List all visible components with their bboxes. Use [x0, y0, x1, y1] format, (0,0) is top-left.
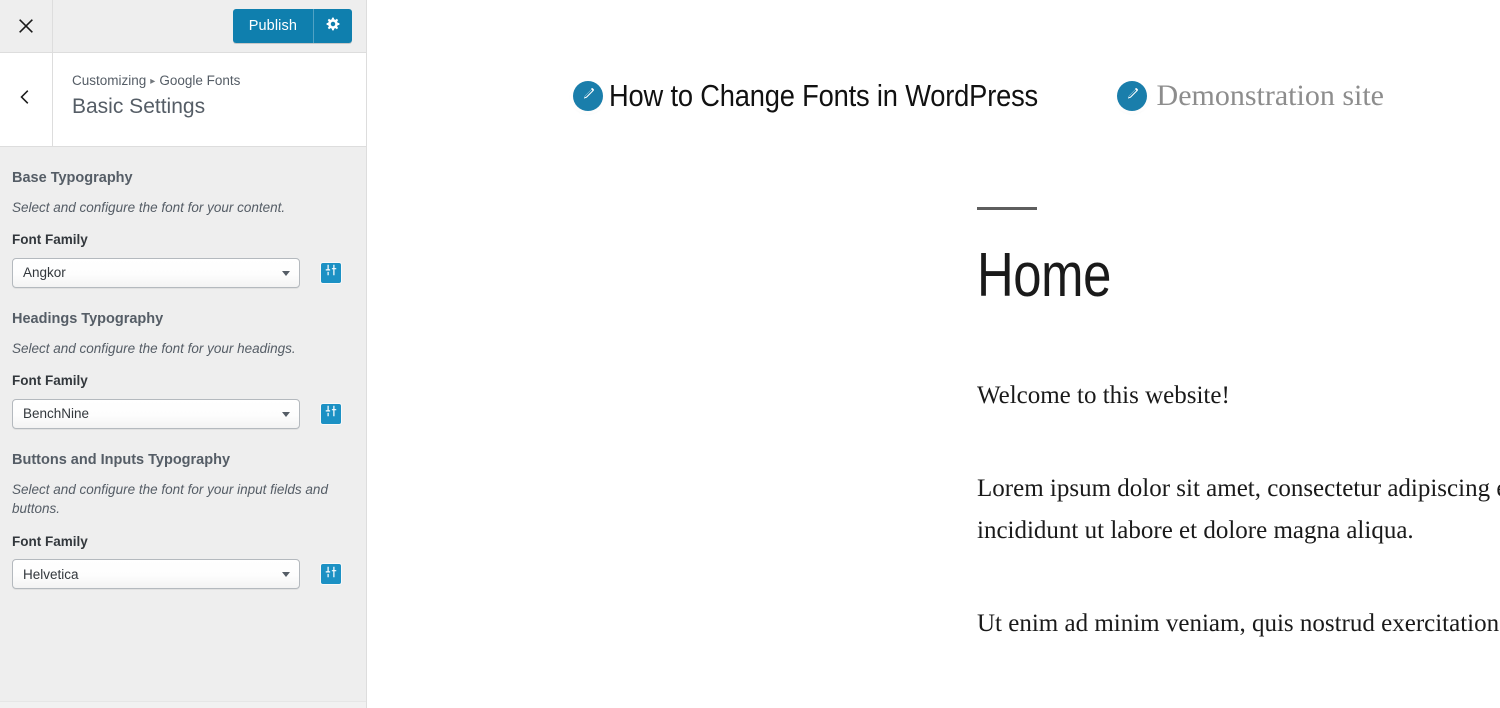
- breadcrumb-parent: Google Fonts: [159, 73, 241, 88]
- controls-panel: Base Typography Select and configure the…: [0, 147, 366, 708]
- pencil-edit-icon: [1124, 86, 1140, 107]
- group-description: Select and configure the font for your c…: [12, 199, 286, 215]
- back-button[interactable]: [0, 53, 53, 146]
- preview-tagline-wrap: Demonstration site: [1116, 79, 1384, 113]
- group-title: Base Typography: [12, 170, 133, 186]
- group-title: Headings Typography: [12, 310, 164, 327]
- control-group-base-typography: Base Typography Select and configure the…: [12, 169, 354, 288]
- site-title: How to Change Fonts in WordPress: [609, 78, 1039, 113]
- panel-bottom-edge: [0, 701, 366, 708]
- font-settings-toggle-button[interactable]: [321, 262, 341, 283]
- entry-paragraph: Welcome to this website!: [977, 382, 1230, 409]
- chevron-down-icon: [282, 270, 290, 276]
- font-family-row: Angkor: [12, 257, 354, 288]
- field-label-font-family: Font Family: [12, 533, 88, 549]
- group-title: Buttons and Inputs Typography: [12, 451, 231, 468]
- sliders-icon: [324, 263, 338, 282]
- edit-site-title-button[interactable]: [573, 81, 603, 111]
- font-family-select[interactable]: Helvetica: [12, 559, 300, 590]
- entry-paragraph: Lorem ipsum dolor sit amet, consectetur …: [977, 475, 1500, 544]
- control-group-buttons-inputs-typography: Buttons and Inputs Typography Select and…: [12, 451, 354, 590]
- entry-paragraph: Ut enim ad minim veniam, quis nostrud ex…: [977, 610, 1500, 637]
- breadcrumb-prefix: Customizing: [72, 73, 147, 88]
- entry-title-rule: [977, 207, 1037, 210]
- group-description: Select and configure the font for your i…: [12, 481, 328, 517]
- font-settings-toggle-button[interactable]: [321, 564, 341, 585]
- section-titles: Customizing ▸ Google Fonts Basic Settings: [53, 53, 240, 146]
- field-label-font-family: Font Family: [12, 232, 88, 248]
- page-title: Basic Settings: [72, 95, 206, 119]
- breadcrumb: Customizing ▸ Google Fonts: [72, 73, 240, 89]
- sliders-icon: [324, 404, 338, 423]
- edit-tagline-button[interactable]: [1116, 81, 1147, 111]
- publish-group: Publish: [232, 9, 352, 43]
- breadcrumb-separator-icon: ▸: [150, 76, 156, 87]
- field-label-font-family: Font Family: [12, 373, 88, 389]
- font-family-row: Helvetica: [12, 559, 354, 590]
- font-family-value: Angkor: [23, 265, 66, 281]
- entry-title: Home: [977, 241, 1111, 310]
- publish-settings-button[interactable]: [313, 9, 352, 43]
- font-family-row: BenchNine: [12, 398, 354, 429]
- chevron-down-icon: [282, 411, 290, 417]
- close-button[interactable]: [0, 0, 53, 52]
- preview-entry: Home Welcome to this website! Lorem ipsu…: [367, 207, 1500, 645]
- header-actions: Publish: [232, 0, 366, 52]
- chevron-left-icon: [17, 88, 35, 111]
- control-group-headings-typography: Headings Typography Select and configure…: [12, 310, 354, 429]
- customizer-header: Publish: [0, 0, 366, 53]
- publish-button[interactable]: Publish: [232, 9, 313, 43]
- sliders-icon: [324, 565, 338, 584]
- pencil-edit-icon: [580, 86, 596, 107]
- section-header: Customizing ▸ Google Fonts Basic Settings: [0, 53, 366, 147]
- font-family-value: Helvetica: [23, 566, 79, 582]
- header-spacer: [53, 0, 233, 52]
- entry-content: Welcome to this website! Lorem ipsum dol…: [977, 375, 1500, 645]
- preview-site-header: How to Change Fonts in WordPress Demonst…: [367, 0, 1500, 114]
- site-tagline: Demonstration site: [1156, 79, 1384, 112]
- group-description: Select and configure the font for your h…: [12, 340, 296, 356]
- font-settings-toggle-button[interactable]: [321, 403, 341, 424]
- site-preview: How to Change Fonts in WordPress Demonst…: [367, 0, 1500, 708]
- font-family-select[interactable]: BenchNine: [12, 398, 300, 429]
- close-icon: [16, 16, 36, 36]
- chevron-down-icon: [282, 572, 290, 578]
- font-family-value: BenchNine: [23, 406, 90, 422]
- customizer-sidebar: Publish Customizing ▸ Google Fonts Basic…: [0, 0, 367, 708]
- font-family-select[interactable]: Angkor: [12, 257, 300, 288]
- gear-icon: [325, 16, 341, 37]
- customizer-screen: Publish Customizing ▸ Google Fonts Basic…: [0, 0, 1500, 708]
